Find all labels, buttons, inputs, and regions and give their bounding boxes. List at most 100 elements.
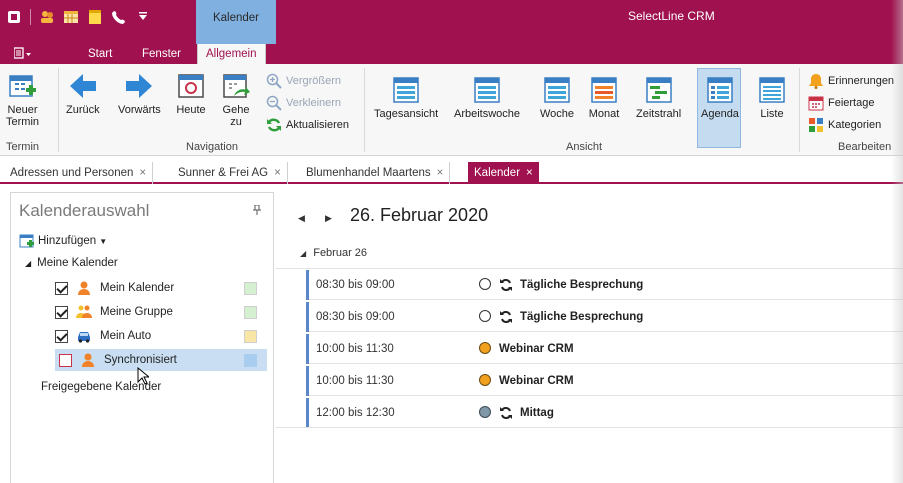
today-button[interactable]: Heute — [175, 70, 207, 116]
toolbar-divider — [30, 9, 31, 25]
view-agenda-label: Agenda — [701, 108, 739, 120]
category-bar — [306, 270, 309, 300]
agenda-view-icon — [707, 77, 733, 103]
agenda-entry[interactable]: 12:00 bis 12:30 Mittag — [306, 398, 903, 428]
tab-allgemein[interactable]: Allgemein — [197, 44, 266, 64]
doc-tab-sunner[interactable]: Sunner & Frei AG × — [172, 162, 288, 184]
group-divider — [799, 68, 800, 152]
refresh-icon — [267, 118, 281, 132]
close-icon[interactable]: × — [139, 167, 146, 179]
view-week-button[interactable]: Woche — [540, 74, 574, 120]
tab-fenster[interactable]: Fenster — [142, 44, 181, 64]
agenda-entry[interactable]: 08:30 bis 09:00 Tägliche Besprechung — [306, 270, 903, 300]
agenda-entry[interactable]: 10:00 bis 11:30 Webinar CRM — [306, 334, 903, 364]
entry-time: 08:30 bis 09:00 — [316, 279, 395, 291]
collapse-arrow-icon[interactable]: ◢ — [300, 249, 306, 258]
doc-tab-adressen[interactable]: Adressen und Personen × — [4, 162, 154, 184]
next-day-button[interactable]: ▶ — [325, 213, 332, 224]
context-tab-label: Kalender — [212, 12, 260, 24]
calendar-checkbox[interactable] — [55, 329, 68, 343]
view-agenda-button[interactable]: Agenda — [701, 74, 739, 120]
back-button[interactable]: Zurück — [66, 70, 100, 116]
calendar-item-synchronisiert[interactable]: Synchronisiert — [55, 349, 267, 371]
agenda-entry[interactable]: 10:00 bis 11:30 Webinar CRM — [306, 366, 903, 396]
group-label-bearbeiten: Bearbeiten — [838, 141, 892, 153]
pin-icon[interactable] — [253, 204, 261, 218]
calendar-item-meine-gruppe[interactable]: Meine Gruppe — [55, 301, 267, 323]
zoom-out-icon — [266, 95, 282, 111]
app-icon[interactable] — [6, 9, 22, 25]
view-timeline-button[interactable]: Zeitstrahl — [636, 74, 681, 120]
close-icon[interactable]: × — [437, 167, 444, 179]
forward-label: Vorwärts — [118, 104, 161, 116]
calendar-name: Mein Kalender — [100, 282, 175, 294]
tab-start[interactable]: Start — [88, 44, 112, 64]
category-bar — [306, 302, 309, 332]
category-bar — [306, 398, 309, 428]
calendar-color-swatch[interactable] — [244, 305, 257, 319]
doc-tab-label: Kalender — [474, 167, 521, 179]
goto-button[interactable]: Gehe zu — [220, 70, 252, 128]
group-label-termin: Termin — [6, 141, 40, 153]
tree-node-label: Meine Kalender — [37, 257, 118, 269]
agenda-entry[interactable]: 08:30 bis 09:00 Tägliche Besprechung — [306, 302, 903, 332]
close-icon[interactable]: × — [274, 167, 281, 179]
add-calendar-button[interactable]: Hinzufügen ▼ — [19, 233, 107, 249]
calendar-color-swatch[interactable] — [244, 329, 257, 343]
reminders-label: Erinnerungen — [828, 75, 895, 87]
holidays-button[interactable]: Feiertage — [808, 95, 874, 111]
prev-day-button[interactable]: ◀ — [298, 213, 305, 224]
reminders-button[interactable]: Erinnerungen — [808, 73, 894, 89]
group-divider — [364, 68, 365, 152]
doc-tab-label: Adressen und Personen — [10, 167, 134, 179]
view-workweek-label: Arbeitswoche — [454, 108, 521, 120]
agenda-day-header[interactable]: ◢ Februar 26 — [300, 247, 367, 259]
category-bar — [306, 366, 309, 396]
zoom-in-button[interactable]: Vergrößern — [266, 73, 341, 89]
zoom-out-button[interactable]: Verkleinern — [266, 95, 341, 111]
person-icon — [82, 353, 94, 367]
category-bar — [306, 334, 309, 364]
group-divider — [58, 68, 59, 152]
title-bar: Kalender SelectLine CRM — [0, 0, 903, 44]
phone-icon[interactable] — [111, 9, 127, 25]
recurrence-icon — [500, 407, 512, 419]
group-label-navigation: Navigation — [186, 141, 238, 153]
new-appointment-icon — [8, 75, 36, 97]
doc-tab-kalender[interactable]: Kalender × — [468, 162, 539, 184]
calendar-checkbox[interactable] — [59, 353, 72, 367]
new-appointment-button[interactable]: Neuer Termin — [6, 70, 39, 128]
entry-subject: Tägliche Besprechung — [520, 311, 644, 323]
calendar-checkbox[interactable] — [55, 281, 68, 295]
list-view-icon — [759, 77, 785, 103]
contacts-icon[interactable] — [39, 9, 55, 25]
tree-node-my-calendars[interactable]: ◢ Meine Kalender — [25, 257, 118, 269]
entry-time: 10:00 bis 11:30 — [316, 343, 394, 355]
calendar-item-mein-kalender[interactable]: Mein Kalender — [55, 277, 267, 299]
calendar-checkbox[interactable] — [55, 305, 68, 319]
document-tab-bar: Adressen und Personen × Sunner & Frei AG ×… — [0, 160, 903, 184]
view-list-button[interactable]: Liste — [756, 74, 788, 120]
forward-button[interactable]: Vorwärts — [118, 70, 161, 116]
dropdown-icon[interactable] — [135, 9, 151, 25]
calendar-item-mein-auto[interactable]: Mein Auto — [55, 325, 267, 347]
note-icon[interactable] — [87, 9, 103, 25]
collapse-arrow-icon[interactable]: ◢ — [25, 259, 31, 268]
week-view-icon — [544, 77, 570, 103]
holidays-label: Feiertage — [828, 97, 875, 109]
context-tab-kalender[interactable]: Kalender — [196, 0, 276, 44]
close-icon[interactable]: × — [526, 167, 533, 179]
calendar-color-swatch[interactable] — [244, 281, 257, 295]
refresh-label: Aktualisieren — [286, 119, 349, 131]
view-day-button[interactable]: Tagesansicht — [374, 74, 438, 120]
view-month-button[interactable]: Monat — [588, 74, 620, 120]
view-workweek-button[interactable]: Arbeitswoche — [454, 74, 520, 120]
file-menu-button[interactable] — [13, 47, 36, 61]
new-appointment-label-1: Neuer — [7, 104, 38, 116]
refresh-button[interactable]: Aktualisieren — [266, 117, 349, 133]
calendar-color-swatch[interactable] — [244, 353, 257, 367]
doc-tab-blumenhandel[interactable]: Blumenhandel Maartens × — [300, 162, 451, 184]
categories-button[interactable]: Kategorien — [808, 117, 881, 133]
calendar-grid-icon[interactable] — [63, 9, 79, 25]
day-header-label: Februar 26 — [313, 247, 368, 259]
